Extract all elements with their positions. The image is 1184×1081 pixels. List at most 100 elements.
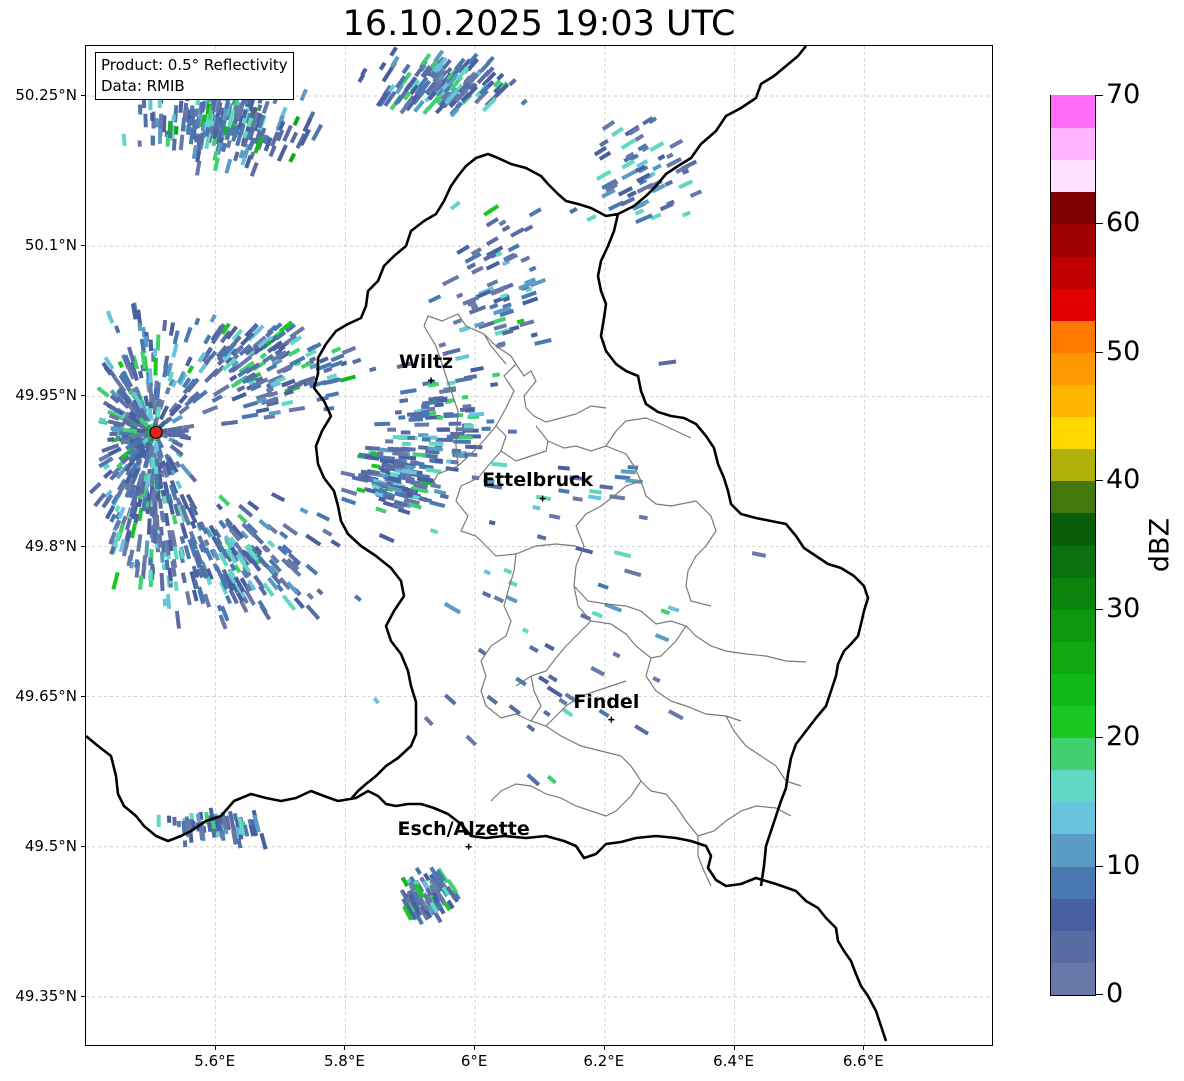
echo-cell <box>117 360 124 369</box>
echo-cell <box>137 104 143 115</box>
lat-tick <box>81 695 85 697</box>
echo-cell <box>114 505 121 513</box>
echo-cell <box>520 98 528 106</box>
echo-cell <box>667 709 684 721</box>
echo-cell <box>394 410 402 415</box>
echo-cell <box>231 392 247 402</box>
lat-tick <box>81 395 85 397</box>
echo-cell <box>489 302 499 310</box>
echo-cell <box>378 533 395 544</box>
echo-cell <box>224 158 233 174</box>
echo-cell <box>414 461 425 467</box>
echo-cell <box>184 590 192 606</box>
echo-cell <box>330 539 341 548</box>
colorbar-segment <box>1051 673 1095 707</box>
lat-tick <box>81 95 85 97</box>
echo-cell <box>492 372 501 378</box>
lat-label: 50.1°N <box>24 236 77 255</box>
echo-cell <box>638 514 648 521</box>
echo-cell <box>537 675 550 685</box>
echo-cell <box>173 581 179 591</box>
echo-cell <box>507 243 520 253</box>
radar-site-dot[interactable] <box>149 425 163 439</box>
city-marker <box>608 716 615 723</box>
echo-cell <box>268 145 277 158</box>
echo-cell <box>392 451 409 457</box>
echo-cell <box>572 496 583 502</box>
colorbar-tick-label: 60 <box>1106 207 1141 239</box>
lon-tick <box>603 1046 605 1050</box>
echo-cell <box>150 112 155 121</box>
echo-cell <box>634 724 650 736</box>
colorbar-segment <box>1051 223 1095 257</box>
echo-cell <box>503 567 513 575</box>
colorbar-segment <box>1051 930 1095 963</box>
radar-map-canvas <box>86 46 992 1045</box>
echo-cell <box>591 610 604 619</box>
echo-cell <box>156 814 161 828</box>
lon-tick <box>733 1046 735 1050</box>
echo-cell <box>178 100 184 113</box>
echo-cell <box>289 131 299 144</box>
lon-tick <box>214 1046 216 1050</box>
echo-cell <box>493 595 505 604</box>
echo-cell <box>649 141 665 152</box>
echo-cell <box>435 458 444 463</box>
colorbar-segment <box>1051 127 1095 161</box>
colorbar-segment <box>1051 384 1095 418</box>
echo-cell <box>176 820 182 828</box>
echo-cell <box>452 318 462 325</box>
echo-cell <box>136 534 143 552</box>
echo-cell <box>111 571 120 590</box>
echo-cell <box>152 528 158 543</box>
echo-cell <box>318 356 329 364</box>
echo-cell <box>374 421 391 427</box>
echo-cell <box>401 441 411 447</box>
echo-cell <box>658 359 677 366</box>
echo-cell <box>158 498 163 509</box>
radar-site-marker[interactable] <box>145 423 164 442</box>
echo-cell <box>468 411 485 417</box>
echo-cell <box>660 608 671 616</box>
echo-cell <box>611 126 625 137</box>
echo-cell <box>486 419 495 424</box>
echo-cell <box>153 357 158 376</box>
echo-cell <box>237 513 248 525</box>
echo-cell <box>166 815 172 823</box>
colorbar-segment <box>1051 737 1095 771</box>
echo-cell <box>588 494 602 501</box>
echo-cell <box>299 507 309 515</box>
echo-cell <box>157 533 163 548</box>
lon-label: 6°E <box>460 1052 488 1070</box>
echo-cell <box>439 493 449 500</box>
echo-cell <box>461 394 469 400</box>
echo-cell <box>546 685 563 698</box>
colorbar-segment <box>1051 320 1095 353</box>
echo-cell <box>496 72 505 81</box>
echo-cell <box>597 582 609 590</box>
echo-cell <box>508 78 517 87</box>
echo-cell <box>146 518 152 535</box>
echo-cell <box>184 356 193 367</box>
echo-cell <box>330 353 345 363</box>
echo-cell <box>418 445 429 450</box>
colorbar-segment <box>1051 801 1095 835</box>
echo-cell <box>180 572 187 584</box>
echo-cell <box>542 709 551 717</box>
echo-cell <box>485 236 499 246</box>
colorbar-segment <box>1051 865 1095 899</box>
colorbar-segment <box>1051 480 1095 514</box>
echo-cell <box>669 138 684 150</box>
lon-label: 6.6°E <box>842 1052 884 1070</box>
echo-cell <box>150 136 155 146</box>
echo-cell <box>452 434 460 439</box>
echo-cell <box>158 113 164 129</box>
radar-map[interactable] <box>85 45 993 1046</box>
city-label: Esch/Alzette <box>397 817 530 840</box>
echo-cell <box>174 610 182 629</box>
echo-cell <box>255 407 270 414</box>
echo-cell <box>167 120 173 133</box>
echo-cell <box>634 133 645 142</box>
colorbar-tick <box>1096 608 1103 610</box>
echo-cell <box>599 484 614 490</box>
